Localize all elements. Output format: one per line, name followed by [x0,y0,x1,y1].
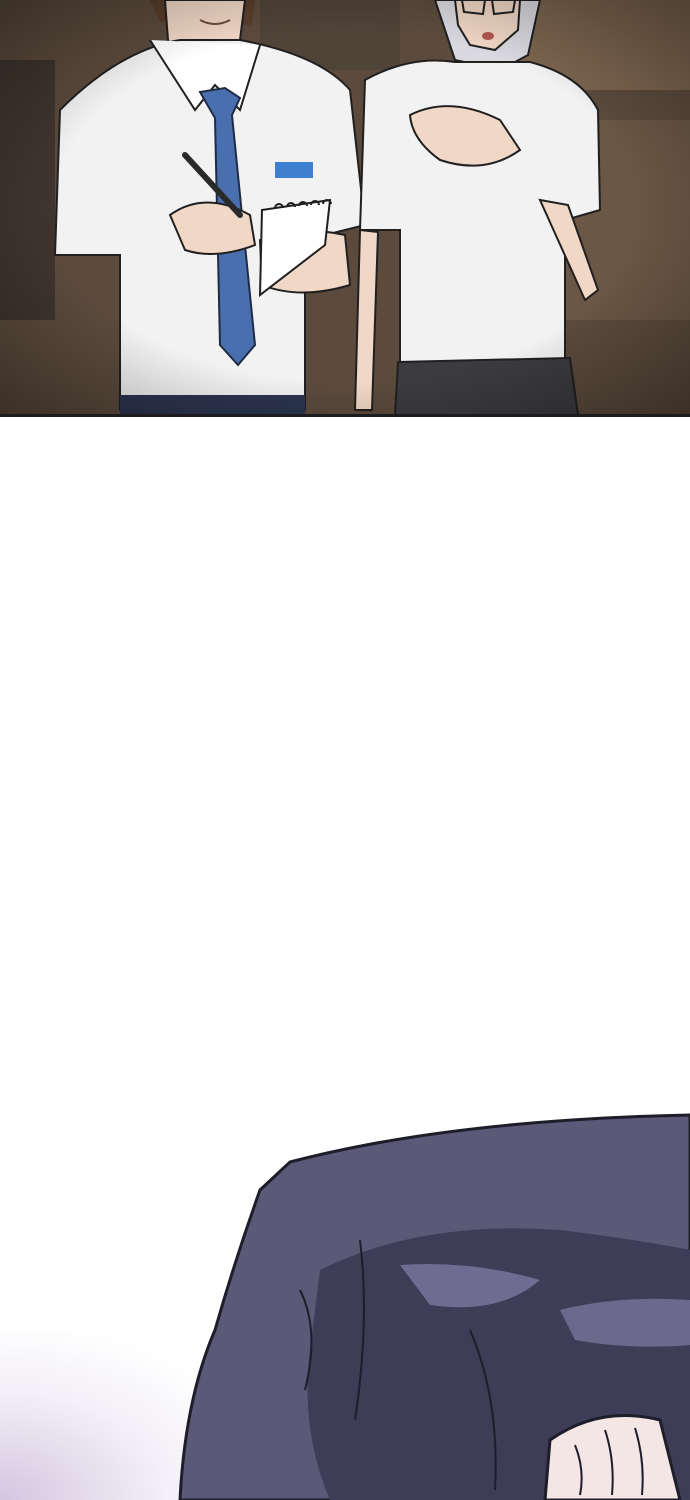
panel-vignette [0,0,690,415]
panel-bottom-illustration [178,1113,690,1500]
hair-highlight-2 [560,1298,690,1347]
dark-haired-character [178,1113,690,1500]
comic-panel-top [0,0,690,415]
panel-top-illustration [0,0,690,415]
